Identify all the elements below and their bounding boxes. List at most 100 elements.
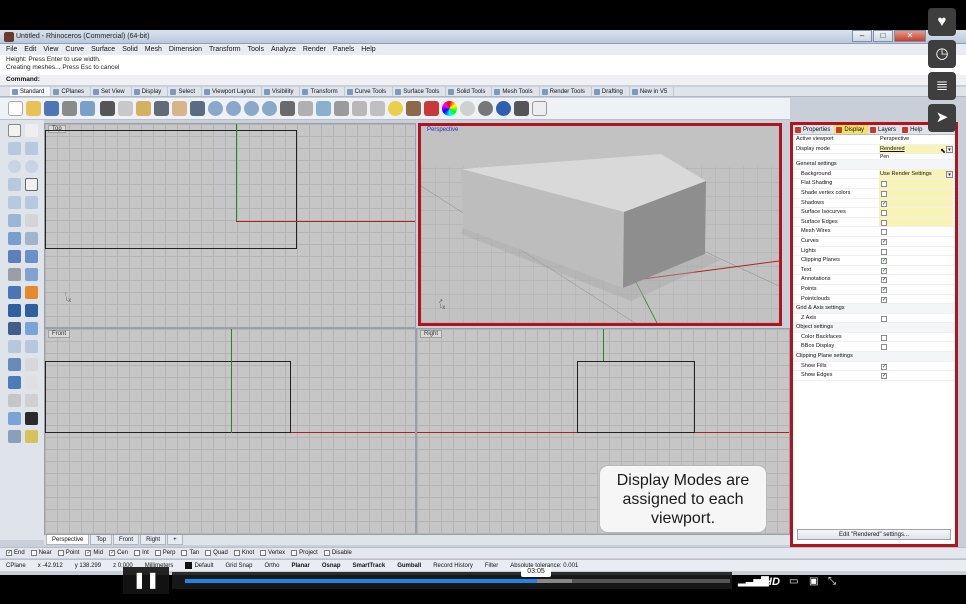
rendered-sphere-icon[interactable] (496, 101, 511, 116)
zoom-icon[interactable] (208, 101, 223, 116)
hide-icon[interactable] (370, 101, 385, 116)
print-icon[interactable] (62, 101, 77, 116)
cylinder-icon[interactable] (8, 268, 21, 281)
tab-cplanes[interactable]: CPlanes (51, 87, 92, 96)
mirror-icon[interactable] (8, 376, 21, 389)
setting-checkbox[interactable]: ✓ (881, 277, 887, 284)
menu-view[interactable]: View (43, 44, 58, 55)
menu-edit[interactable]: Edit (24, 44, 36, 55)
check-icon[interactable] (25, 412, 38, 425)
osnap-checkbox[interactable]: ✓ (6, 550, 12, 556)
osnap-option[interactable]: Project (291, 548, 318, 558)
osnap-option[interactable]: Point (57, 548, 79, 558)
osnap-option[interactable]: ✓ Mid (85, 548, 103, 558)
circle-icon[interactable] (8, 160, 21, 173)
show-edges-checkbox[interactable]: ✓ (881, 373, 887, 380)
panel-tab-help[interactable]: Help (900, 125, 926, 134)
osnap-checkbox[interactable] (154, 550, 161, 556)
tab-transform[interactable]: Transform (300, 87, 345, 96)
osnap-checkbox[interactable] (134, 550, 141, 556)
mesh-icon[interactable] (25, 268, 38, 281)
captions-icon[interactable]: ▭ (789, 576, 798, 588)
menu-curve[interactable]: Curve (65, 44, 84, 55)
fullscreen-icon[interactable]: ⤡ (828, 576, 836, 588)
rectangle-icon[interactable] (25, 178, 38, 191)
join-icon[interactable] (8, 322, 21, 335)
tab-select[interactable]: Select (168, 87, 202, 96)
edit-rendered-settings-button[interactable]: Edit "Rendered" settings... (797, 529, 951, 540)
osnap-checkbox[interactable] (291, 550, 298, 556)
osnap-option[interactable]: Disable (323, 548, 352, 558)
osnap-checkbox[interactable]: ✓ (85, 550, 91, 556)
close-button[interactable]: ✕ (894, 30, 926, 42)
layers-icon[interactable]: ≣ (928, 72, 956, 100)
tab-render-tools[interactable]: Render Tools (540, 87, 592, 96)
menu-panels[interactable]: Panels (333, 44, 354, 55)
tab-solid-tools[interactable]: Solid Tools (446, 87, 493, 96)
array-icon[interactable] (25, 358, 38, 371)
annotate-icon[interactable] (25, 394, 38, 407)
help-icon[interactable] (532, 101, 547, 116)
menu-analyze[interactable]: Analyze (271, 44, 296, 55)
solid-union-icon[interactable] (25, 250, 38, 263)
split-icon[interactable] (8, 304, 21, 317)
chevron-down-icon[interactable]: ▾ (946, 145, 953, 153)
tab-surface-tools[interactable]: Surface Tools (393, 87, 447, 96)
setting-checkbox[interactable] (881, 219, 887, 226)
tab-standard[interactable]: Standard (10, 87, 52, 96)
shaded-sphere-icon[interactable] (478, 101, 493, 116)
menu-file[interactable]: File (6, 44, 17, 55)
osnap-option[interactable]: Knot (233, 548, 254, 558)
tab-set-view[interactable]: Set View (91, 87, 132, 96)
import-icon[interactable] (80, 101, 95, 116)
top-viewport[interactable]: Top ↑ └x (44, 123, 416, 328)
render-mesh-icon[interactable] (8, 430, 21, 443)
group-icon[interactable] (25, 322, 38, 335)
viewport-label-perspective[interactable]: Perspective (424, 127, 461, 133)
explode-icon[interactable] (25, 286, 38, 299)
four-viewports-icon[interactable] (298, 101, 313, 116)
cplane-icon[interactable] (316, 101, 331, 116)
pause-button[interactable]: ❚❚ (123, 567, 169, 594)
osnap-option[interactable]: Vertex (260, 548, 285, 558)
mesh-box-icon[interactable] (8, 286, 21, 299)
front-viewport[interactable]: Front (44, 328, 416, 535)
color-backfaces-checkbox[interactable] (881, 334, 887, 341)
setting-checkbox[interactable]: ✓ (881, 238, 887, 245)
save-icon[interactable] (44, 101, 59, 116)
menu-render[interactable]: Render (303, 44, 326, 55)
offset-curve-icon[interactable] (25, 214, 38, 227)
osnap-option[interactable]: Tan (181, 548, 199, 558)
properties-icon[interactable] (424, 101, 439, 116)
menu-dimension[interactable]: Dimension (169, 44, 202, 55)
osnap-option[interactable]: Perp (154, 548, 175, 558)
pip-icon[interactable]: ▣ (809, 576, 818, 588)
point-icon[interactable] (25, 124, 38, 137)
extrude-icon[interactable] (25, 232, 38, 245)
osnap-option[interactable]: ✓ End (6, 548, 25, 558)
add-viewport-tab-button[interactable]: + (167, 535, 183, 545)
osnap-option[interactable]: Near (30, 548, 52, 558)
bbox-display-checkbox[interactable] (881, 344, 887, 351)
show-fills-checkbox[interactable]: ✓ (881, 363, 887, 370)
setting-checkbox[interactable] (881, 229, 887, 236)
menu-mesh[interactable]: Mesh (145, 44, 162, 55)
set-view-icon[interactable] (334, 101, 349, 116)
new-file-icon[interactable] (8, 101, 23, 116)
menu-help[interactable]: Help (361, 44, 375, 55)
layer-icon[interactable] (25, 430, 38, 443)
setting-checkbox[interactable] (881, 210, 887, 217)
viewport-tab-right[interactable]: Right (140, 535, 167, 545)
menu-tools[interactable]: Tools (248, 44, 264, 55)
open-folder-icon[interactable] (26, 101, 41, 116)
viewport-label-front[interactable]: Front (48, 330, 71, 338)
dimension-icon[interactable] (25, 376, 38, 389)
cut-icon[interactable] (100, 101, 115, 116)
undo-view-icon[interactable] (280, 101, 295, 116)
surface-icon[interactable] (8, 232, 21, 245)
osnap-checkbox[interactable] (57, 550, 64, 556)
arc-icon[interactable] (8, 178, 21, 191)
display-mode-select[interactable]: Rendered (880, 145, 905, 155)
osnap-option[interactable]: Int (134, 548, 149, 558)
ellipse-icon[interactable] (25, 160, 38, 173)
